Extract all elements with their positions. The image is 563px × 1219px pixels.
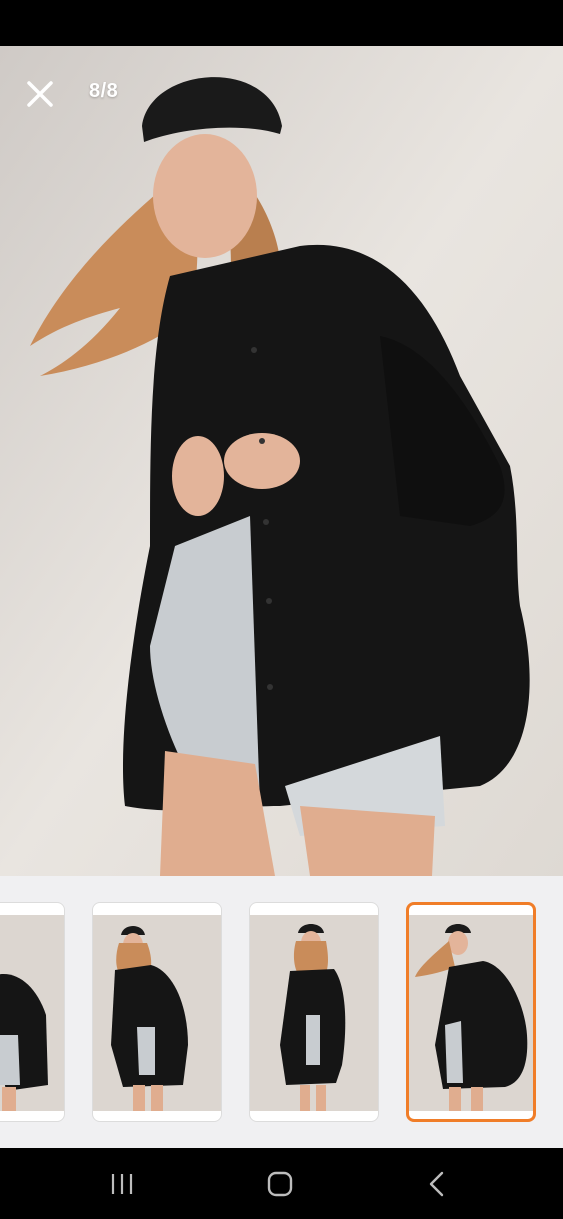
status-bar: [0, 0, 563, 46]
thumbnail-6[interactable]: [92, 902, 222, 1122]
thumbnail-image: [0, 915, 64, 1111]
back-button[interactable]: [418, 1168, 458, 1200]
thumbnail-strip[interactable]: [0, 876, 563, 1148]
image-counter: 8/8: [89, 80, 119, 102]
home-button[interactable]: [260, 1168, 300, 1200]
thumbnail-7[interactable]: [249, 902, 379, 1122]
close-button[interactable]: [22, 78, 58, 114]
product-photo[interactable]: [0, 46, 563, 876]
thumbnail-image: [409, 915, 533, 1111]
back-icon: [429, 1171, 444, 1197]
recent-apps-icon: [111, 1174, 133, 1194]
image-viewer[interactable]: [0, 46, 563, 876]
close-icon: [27, 81, 53, 107]
thumbnail-5[interactable]: [0, 902, 65, 1122]
thumbnail-image: [93, 915, 221, 1111]
home-icon: [267, 1171, 293, 1197]
recent-apps-button[interactable]: [102, 1168, 142, 1200]
navigation-bar: [0, 1148, 563, 1219]
thumbnail-8-selected[interactable]: [406, 902, 536, 1122]
thumbnail-image: [250, 915, 378, 1111]
